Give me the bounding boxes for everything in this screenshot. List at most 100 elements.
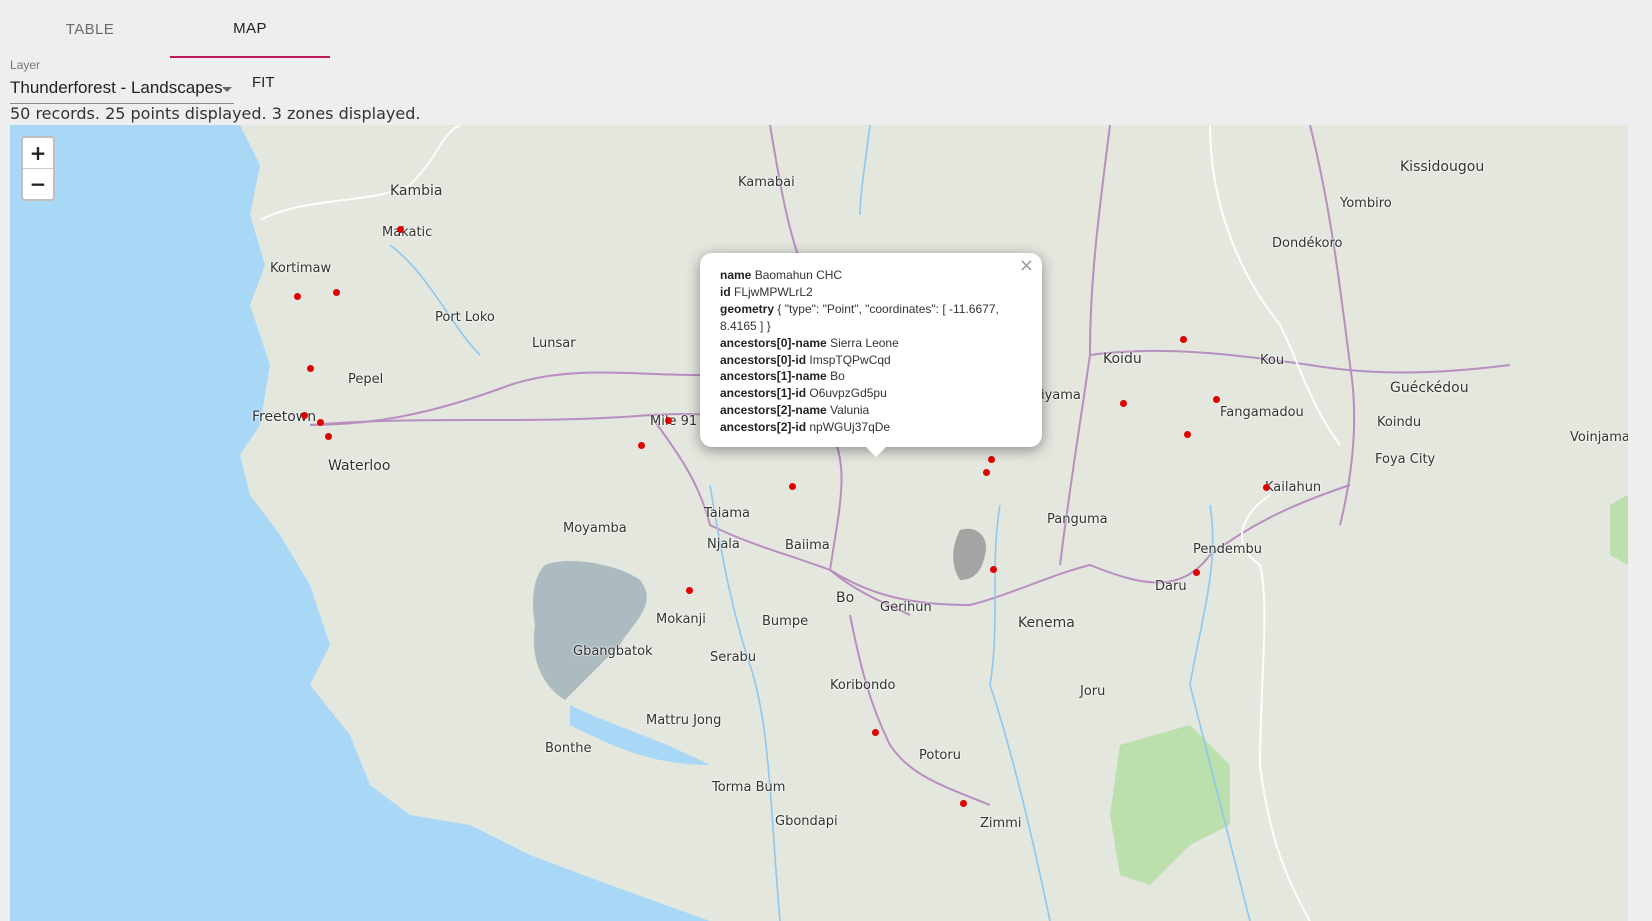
place-label: Waterloo bbox=[328, 458, 391, 474]
popup-value: Sierra Leone bbox=[830, 335, 899, 350]
place-label: Kambia bbox=[390, 183, 443, 199]
popup-row: ancestors[2]-name Valunia bbox=[720, 402, 1022, 419]
popup-key: ancestors[0]-id bbox=[720, 352, 807, 367]
place-label: Mile 91 bbox=[650, 414, 698, 429]
popup-row: id FLjwMPWLrL2 bbox=[720, 284, 1022, 301]
map-point-marker[interactable] bbox=[301, 412, 308, 419]
popup-value: FLjwMPWLrL2 bbox=[734, 284, 813, 299]
place-label: Fangamadou bbox=[1220, 405, 1304, 420]
popup-value: O6uvpzGd5pu bbox=[809, 386, 887, 401]
popup-key: ancestors[1]-id bbox=[720, 386, 807, 401]
place-label: Daru bbox=[1155, 579, 1187, 594]
popup-row: geometry { "type": "Point", "coordinates… bbox=[720, 301, 1022, 335]
map-point-marker[interactable] bbox=[1180, 336, 1187, 343]
place-label: Kenema bbox=[1018, 615, 1075, 631]
place-label: iyama bbox=[1041, 388, 1081, 403]
map-point-marker[interactable] bbox=[960, 800, 967, 807]
map-point-marker[interactable] bbox=[983, 469, 990, 476]
place-label: Koindu bbox=[1377, 415, 1422, 430]
popup-value: ImspTQPwCqd bbox=[809, 352, 891, 367]
layer-select[interactable]: Thunderforest - Landscapes bbox=[10, 78, 234, 104]
map-point-marker[interactable] bbox=[333, 289, 340, 296]
place-label: Kou bbox=[1260, 353, 1285, 368]
popup-row: ancestors[1]-name Bo bbox=[720, 368, 1022, 385]
zoom-in-button[interactable]: + bbox=[23, 138, 53, 169]
popup-key: ancestors[0]-name bbox=[720, 335, 827, 350]
feature-popup: × name Baomahun CHC id FLjwMPWLrL2 geome… bbox=[700, 253, 1042, 457]
map-point-marker[interactable] bbox=[665, 417, 672, 424]
place-label: Gbangbatok bbox=[573, 644, 653, 659]
popup-key: ancestors[2]-id bbox=[720, 420, 807, 435]
map-point-marker[interactable] bbox=[988, 456, 995, 463]
place-label: Pendembu bbox=[1193, 542, 1263, 557]
place-label: Foya City bbox=[1375, 452, 1436, 467]
popup-key: name bbox=[720, 268, 752, 282]
fit-button[interactable]: FIT bbox=[248, 72, 279, 93]
map-point-marker[interactable] bbox=[1213, 396, 1220, 403]
place-label: Joru bbox=[1080, 684, 1106, 699]
place-label: Kortimaw bbox=[270, 261, 332, 276]
place-label: Kissidougou bbox=[1400, 159, 1485, 175]
place-label: Gbondapi bbox=[775, 814, 838, 829]
place-label: Dondékoro bbox=[1272, 236, 1343, 251]
map-point-marker[interactable] bbox=[294, 293, 301, 300]
place-label: Baiima bbox=[785, 538, 830, 553]
map-point-marker[interactable] bbox=[789, 483, 796, 490]
place-label: Njala bbox=[707, 537, 740, 552]
map-point-marker[interactable] bbox=[686, 587, 693, 594]
map-point-marker[interactable] bbox=[990, 566, 997, 573]
place-label: Mattru Jong bbox=[646, 713, 722, 728]
map-point-marker[interactable] bbox=[638, 442, 645, 449]
map-point-marker[interactable] bbox=[1184, 431, 1191, 438]
popup-tip bbox=[865, 446, 887, 457]
place-label: Port Loko bbox=[435, 310, 495, 325]
popup-row: ancestors[2]-id npWGUj37qDe bbox=[720, 419, 1022, 436]
map-basemap bbox=[240, 125, 1628, 921]
place-label: Serabu bbox=[710, 650, 757, 665]
popup-key: ancestors[1]-name bbox=[720, 369, 827, 384]
place-label: Koribondo bbox=[830, 678, 896, 693]
place-label: Mokanji bbox=[656, 612, 706, 627]
map-point-marker[interactable] bbox=[307, 365, 314, 372]
zoom-control: + − bbox=[21, 136, 55, 201]
map-view[interactable]: Kambia Kamabai Kissidougou Yombiro Makat… bbox=[10, 125, 1628, 921]
place-label: Gerihun bbox=[880, 600, 932, 615]
popup-key: id bbox=[720, 284, 731, 299]
place-label: Bo bbox=[836, 590, 855, 606]
place-label: Makatic bbox=[382, 225, 433, 240]
land-area bbox=[240, 125, 1628, 921]
place-label: Taiama bbox=[704, 506, 750, 521]
records-summary: 50 records. 25 points displayed. 3 zones… bbox=[10, 104, 421, 123]
place-label: Zimmi bbox=[980, 816, 1022, 831]
popup-value: Baomahun CHC bbox=[754, 268, 843, 282]
layer-label: Layer bbox=[10, 58, 41, 72]
popup-key: geometry bbox=[720, 301, 775, 316]
place-label: Potoru bbox=[919, 748, 961, 763]
layer-select-value: Thunderforest - Landscapes bbox=[10, 78, 223, 97]
popup-content: name Baomahun CHC id FLjwMPWLrL2 geometr… bbox=[720, 267, 1022, 436]
map-point-marker[interactable] bbox=[317, 419, 324, 426]
popup-row: name Baomahun CHC bbox=[720, 267, 1022, 284]
place-label: Panguma bbox=[1047, 512, 1108, 527]
popup-key: ancestors[2]-name bbox=[720, 403, 827, 418]
map-point-marker[interactable] bbox=[1263, 484, 1270, 491]
place-label: Torma Bum bbox=[712, 780, 786, 795]
chevron-down-icon bbox=[222, 87, 232, 92]
popup-value: npWGUj37qDe bbox=[809, 420, 891, 435]
place-label: Pepel bbox=[348, 372, 384, 387]
place-label: Lunsar bbox=[532, 336, 576, 351]
place-label: Yombiro bbox=[1340, 196, 1392, 211]
map-point-marker[interactable] bbox=[397, 226, 404, 233]
place-label: Moyamba bbox=[563, 521, 627, 536]
map-point-marker[interactable] bbox=[1120, 400, 1127, 407]
place-label: Bonthe bbox=[545, 741, 592, 756]
tab-table[interactable]: TABLE bbox=[10, 0, 170, 58]
zoom-out-button[interactable]: − bbox=[23, 169, 53, 199]
map-point-marker[interactable] bbox=[872, 729, 879, 736]
place-label: Guéckédou bbox=[1390, 380, 1469, 396]
place-label: Voinjama bbox=[1570, 430, 1628, 445]
tab-map[interactable]: MAP bbox=[170, 0, 330, 58]
map-point-marker[interactable] bbox=[325, 433, 332, 440]
map-point-marker[interactable] bbox=[1193, 569, 1200, 576]
place-label: Koidu bbox=[1103, 351, 1142, 367]
